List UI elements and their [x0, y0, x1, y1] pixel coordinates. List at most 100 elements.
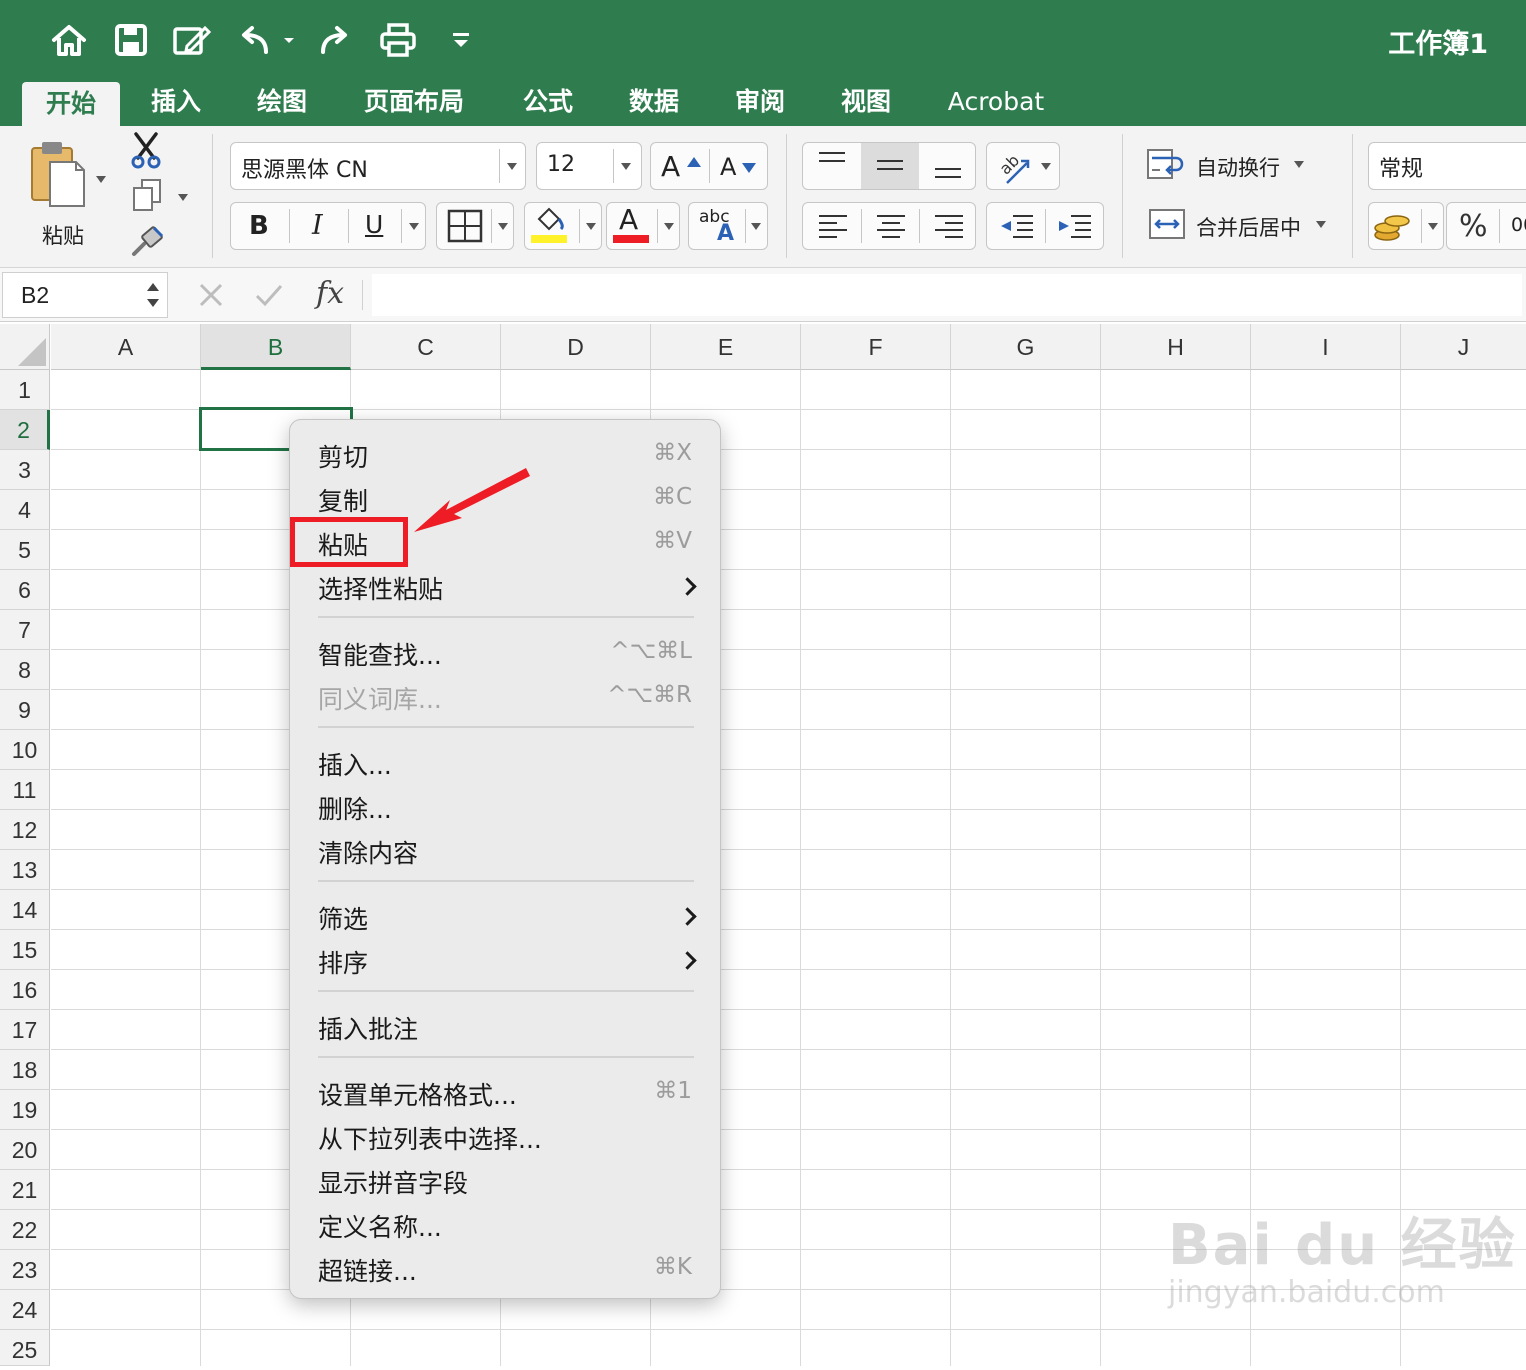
underline-button[interactable]: U [349, 203, 399, 249]
menu-item-sort[interactable]: 排序 [290, 938, 720, 982]
column-header-h[interactable]: H [1101, 324, 1251, 370]
row-header[interactable]: 17 [0, 1010, 50, 1050]
column-header-e[interactable]: E [651, 324, 801, 370]
row-header[interactable]: 7 [0, 610, 50, 650]
fill-color-button[interactable] [524, 202, 602, 250]
edit-document-icon[interactable] [170, 18, 214, 62]
name-box[interactable]: B2 [2, 272, 168, 318]
home-icon[interactable] [48, 18, 90, 62]
tab-draw[interactable]: 绘图 [242, 80, 322, 126]
borders-button[interactable] [436, 202, 514, 250]
row-header[interactable]: 3 [0, 450, 50, 490]
row-header[interactable]: 18 [0, 1050, 50, 1090]
row-header[interactable]: 19 [0, 1090, 50, 1130]
menu-item-delete[interactable]: 删除... [290, 784, 720, 828]
menu-item-paste-special[interactable]: 选择性粘贴 [290, 564, 720, 608]
row-header[interactable]: 16 [0, 970, 50, 1010]
menu-item-pick-from-list[interactable]: 从下拉列表中选择... [290, 1114, 720, 1158]
tab-view[interactable]: 视图 [826, 80, 906, 126]
decrease-indent-button[interactable] [987, 203, 1045, 249]
menu-item-smart-lookup[interactable]: 智能查找... ^⌥⌘L [290, 630, 720, 674]
number-format-select[interactable]: 常规 [1368, 142, 1526, 190]
align-center-button[interactable] [861, 203, 919, 249]
accounting-format-button[interactable] [1368, 202, 1444, 250]
row-header[interactable]: 15 [0, 930, 50, 970]
checkmark-icon[interactable] [254, 282, 284, 308]
undo-icon[interactable] [236, 18, 298, 62]
font-color-button[interactable]: A [606, 202, 680, 250]
column-header-f[interactable]: F [801, 324, 951, 370]
menu-item-format-cells[interactable]: 设置单元格格式... ⌘1 [290, 1070, 720, 1114]
stepper-arrows-icon[interactable] [145, 277, 161, 313]
tab-formulas[interactable]: 公式 [508, 80, 588, 126]
tab-data[interactable]: 数据 [614, 80, 694, 126]
tab-home[interactable]: 开始 [22, 82, 120, 128]
percent-button[interactable]: % [1447, 203, 1499, 249]
print-icon[interactable] [376, 18, 420, 62]
row-header[interactable]: 9 [0, 690, 50, 730]
align-bottom-button[interactable] [919, 143, 977, 189]
row-header[interactable]: 23 [0, 1250, 50, 1290]
row-header[interactable]: 14 [0, 890, 50, 930]
align-left-button[interactable] [803, 203, 861, 249]
tab-page-layout[interactable]: 页面布局 [350, 80, 478, 126]
tab-acrobat[interactable]: Acrobat [934, 80, 1058, 126]
chevron-down-icon[interactable] [409, 223, 419, 230]
row-header[interactable]: 5 [0, 530, 50, 570]
row-header[interactable]: 4 [0, 490, 50, 530]
align-right-button[interactable] [919, 203, 977, 249]
select-all-button[interactable] [0, 324, 50, 370]
menu-item-show-phonetic[interactable]: 显示拼音字段 [290, 1158, 720, 1202]
column-header-j[interactable]: J [1401, 324, 1526, 370]
column-header-d[interactable]: D [501, 324, 651, 370]
increase-indent-button[interactable] [1045, 203, 1103, 249]
cut-button[interactable] [128, 132, 172, 172]
insert-function-button[interactable]: fx [316, 276, 344, 311]
font-size-select[interactable]: 12 [536, 142, 642, 190]
italic-button[interactable]: I [290, 203, 348, 249]
menu-item-clear-contents[interactable]: 清除内容 [290, 828, 720, 872]
menu-item-hyperlink[interactable]: 超链接... ⌘K [290, 1246, 720, 1290]
menu-item-insert[interactable]: 插入... [290, 740, 720, 784]
align-middle-button[interactable] [861, 143, 919, 189]
row-header[interactable]: 24 [0, 1290, 50, 1330]
decrease-font-button[interactable]: A [710, 143, 768, 189]
row-header[interactable]: 10 [0, 730, 50, 770]
tab-review[interactable]: 审阅 [720, 80, 800, 126]
phonetic-guide-button[interactable]: abc A [688, 202, 768, 250]
align-top-button[interactable] [803, 143, 861, 189]
increase-font-button[interactable]: A [651, 143, 709, 189]
row-header[interactable]: 12 [0, 810, 50, 850]
column-header-g[interactable]: G [951, 324, 1101, 370]
customize-toolbar-icon[interactable] [448, 18, 474, 62]
row-header[interactable]: 1 [0, 370, 50, 410]
font-name-select[interactable]: 思源黑体 CN [230, 142, 526, 190]
bold-button[interactable]: B [231, 203, 289, 249]
column-header-b[interactable]: B [201, 324, 351, 370]
merge-center-button[interactable]: 合并后居中 [1146, 204, 1346, 248]
row-header[interactable]: 22 [0, 1210, 50, 1250]
row-header[interactable]: 21 [0, 1170, 50, 1210]
cancel-icon[interactable] [198, 282, 224, 308]
row-header[interactable]: 13 [0, 850, 50, 890]
paste-button[interactable]: 粘贴 [24, 134, 114, 248]
row-header[interactable]: 20 [0, 1130, 50, 1170]
save-icon[interactable] [110, 18, 152, 62]
formula-input[interactable] [372, 274, 1522, 316]
orientation-button[interactable]: ab [986, 142, 1060, 190]
copy-button[interactable] [132, 178, 192, 218]
comma-style-button[interactable]: 00 [1501, 203, 1526, 249]
menu-item-insert-comment[interactable]: 插入批注 [290, 1004, 720, 1048]
redo-icon[interactable] [314, 18, 356, 62]
column-header-a[interactable]: A [51, 324, 201, 370]
column-header-c[interactable]: C [351, 324, 501, 370]
menu-item-define-name[interactable]: 定义名称... [290, 1202, 720, 1246]
row-header[interactable]: 2 [0, 410, 50, 450]
row-header[interactable]: 8 [0, 650, 50, 690]
row-header[interactable]: 11 [0, 770, 50, 810]
row-header[interactable]: 6 [0, 570, 50, 610]
tab-insert[interactable]: 插入 [136, 80, 216, 126]
row-header[interactable]: 25 [0, 1330, 50, 1366]
column-header-i[interactable]: I [1251, 324, 1401, 370]
format-painter-button[interactable] [130, 224, 170, 260]
